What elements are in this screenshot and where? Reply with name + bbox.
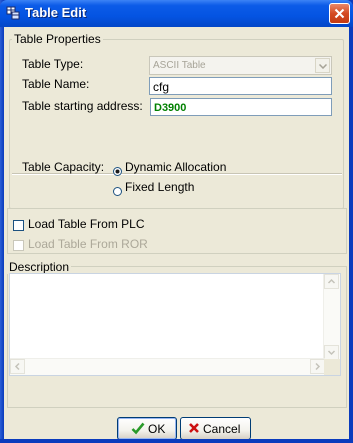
dialog-body: Table Properties Table Type: ASCII Table…: [4, 27, 349, 440]
ok-label: OK: [148, 422, 166, 436]
scroll-left-icon[interactable]: [10, 359, 25, 374]
window-title: Table Edit: [25, 5, 87, 20]
fixed-length-label[interactable]: Fixed Length: [125, 180, 194, 194]
horizontal-scrollbar[interactable]: [10, 358, 325, 375]
scroll-up-icon[interactable]: [324, 274, 339, 289]
scrollbar-corner: [324, 359, 340, 375]
window-frame-bottom: [0, 439, 353, 443]
ok-button[interactable]: OK: [117, 417, 177, 440]
dynamic-allocation-label[interactable]: Dynamic Allocation: [125, 160, 226, 174]
scroll-right-icon[interactable]: [310, 359, 325, 374]
chevron-down-icon: [315, 58, 330, 73]
table-address-input[interactable]: D3900: [150, 98, 332, 116]
radio-dynamic-allocation[interactable]: [113, 163, 122, 176]
cancel-button[interactable]: Cancel: [180, 417, 251, 440]
load-from-ror-label: Load Table From ROR: [28, 237, 148, 251]
table-capacity-label: Table Capacity:: [22, 160, 105, 174]
table-type-label: Table Type:: [22, 57, 84, 71]
cancel-label: Cancel: [203, 422, 241, 436]
table-properties-legend: Table Properties: [12, 32, 103, 46]
load-from-plc-checkbox[interactable]: [13, 220, 24, 231]
table-type-value: ASCII Table: [153, 60, 206, 71]
scroll-down-icon[interactable]: [324, 345, 339, 360]
close-button[interactable]: [329, 3, 350, 24]
description-textarea[interactable]: [9, 273, 341, 376]
radio-fixed-length[interactable]: [113, 183, 122, 196]
table-edit-window: Table Edit Table Properties Table Type: …: [0, 0, 353, 443]
vertical-scrollbar[interactable]: [323, 274, 340, 360]
table-icon: [6, 6, 20, 20]
table-address-label: Table starting address:: [22, 99, 143, 113]
title-bar[interactable]: Table Edit: [0, 0, 353, 27]
load-from-ror-checkbox: [13, 240, 24, 251]
table-name-input[interactable]: cfg: [149, 77, 332, 95]
table-type-select: ASCII Table: [149, 56, 332, 75]
load-from-plc-label[interactable]: Load Table From PLC: [28, 217, 145, 231]
table-name-label: Table Name:: [22, 77, 90, 91]
